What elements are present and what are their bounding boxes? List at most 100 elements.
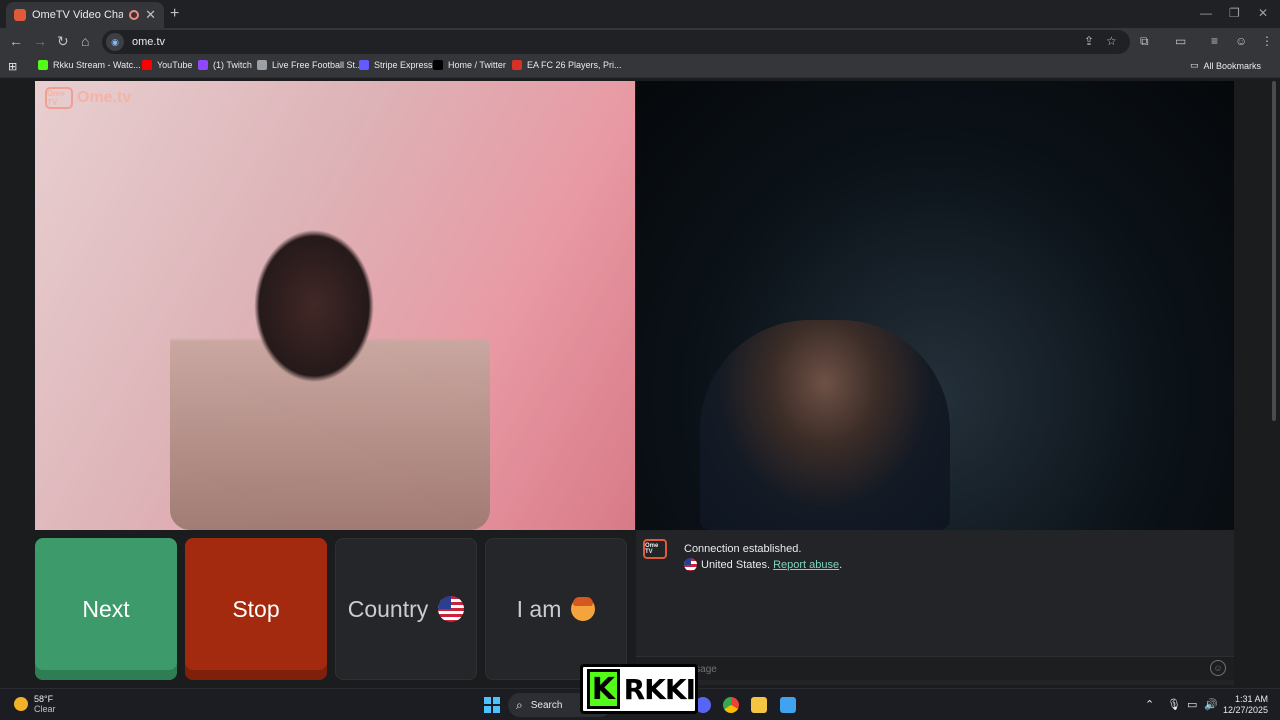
bookmark-label: Stripe Express: [374, 60, 433, 70]
profile-avatar-icon[interactable]: ☺: [1235, 34, 1247, 48]
period-text: .: [839, 558, 843, 571]
reading-list-icon[interactable]: ▭: [1175, 34, 1186, 48]
kick-streamer-name: RKKI: [623, 672, 696, 706]
youtube-icon: [142, 60, 152, 70]
all-bookmarks-label: All Bookmarks: [1203, 60, 1262, 71]
search-icon: ⌕: [516, 697, 523, 712]
chat-input-bar: ☺: [636, 656, 1234, 680]
bookmark-label: YouTube: [157, 60, 193, 70]
url-text: ome.tv: [132, 36, 166, 48]
menu-icon[interactable]: ⋮: [1261, 34, 1273, 48]
ea-icon: [512, 60, 522, 70]
bookmark-eafc[interactable]: EA FC 26 Players, Pri...: [512, 60, 622, 70]
install-app-icon[interactable]: ⇪: [1084, 34, 1094, 48]
moon-weather-icon: [14, 697, 28, 711]
bookmark-label: EA FC 26 Players, Pri...: [527, 60, 622, 70]
country-message: United States. Report abuse.: [684, 558, 842, 571]
stop-label: Stop: [232, 595, 280, 622]
us-flag-icon: [438, 596, 465, 622]
apps-grid-icon[interactable]: ⊞: [8, 60, 17, 73]
next-button[interactable]: Next: [35, 538, 177, 680]
football-icon: [257, 60, 267, 70]
kick-logo-icon: K: [587, 669, 620, 709]
tray-chevron-icon[interactable]: ⌃: [1145, 698, 1154, 711]
bookmark-youtube[interactable]: YouTube: [142, 60, 192, 70]
chat-message-input[interactable]: [642, 661, 1182, 677]
gender-button[interactable]: I am: [485, 538, 627, 680]
bookmark-kick[interactable]: Rkku Stream - Watc...: [38, 60, 141, 70]
bookmark-twitter[interactable]: Home / Twitter: [433, 60, 506, 70]
bookmark-label: Home / Twitter: [448, 60, 506, 70]
volume-icon[interactable]: 🔊: [1204, 698, 1218, 711]
ometv-favicon: [14, 9, 26, 21]
search-label: Search: [530, 699, 563, 711]
remote-person: [700, 320, 950, 530]
reload-icon[interactable]: ↻: [57, 33, 69, 50]
page-scrollbar[interactable]: [1270, 81, 1278, 681]
recording-icon: [129, 10, 140, 20]
chrome-icon[interactable]: [723, 697, 739, 713]
us-flag-icon: [684, 558, 697, 571]
kick-icon: [38, 60, 48, 70]
bookmark-label: (1) Twitch: [213, 60, 252, 70]
remote-video: [636, 81, 1234, 530]
emoji-icon[interactable]: ☺: [1210, 660, 1226, 676]
taskbar-clock[interactable]: 1:31 AM 12/27/2025: [1222, 694, 1268, 716]
tab-ometv[interactable]: OmeTV Video Chat — Ome ✕: [6, 2, 164, 28]
clock-date: 12/27/2025: [1222, 705, 1268, 715]
twitch-icon: [198, 60, 208, 70]
file-explorer-icon[interactable]: [751, 697, 767, 713]
x-icon: [433, 60, 443, 70]
tab-title: OmeTV Video Chat — Ome: [32, 9, 124, 21]
bookmark-star-icon[interactable]: ☆: [1106, 34, 1117, 48]
weather-condition: Clear: [34, 704, 56, 714]
close-window-icon[interactable]: ✕: [1258, 6, 1268, 20]
ometv-logo-text: Ome.tv: [77, 89, 132, 106]
country-button[interactable]: Country: [335, 538, 477, 680]
restore-icon[interactable]: ❐: [1229, 6, 1240, 20]
local-person: [170, 210, 490, 530]
stripe-icon: [359, 60, 369, 70]
bookmark-label: Live Free Football St...: [272, 60, 363, 70]
iam-label: I am: [516, 595, 562, 622]
site-info-icon[interactable]: ◉: [106, 33, 124, 51]
next-label: Next: [82, 595, 130, 622]
weather-temp: 58°F: [34, 694, 54, 704]
ometv-chat-logo: Ome TV: [643, 539, 667, 559]
address-bar[interactable]: ◉ ome.tv ⇪ ☆: [102, 30, 1130, 54]
microphone-icon[interactable]: 🎙: [1167, 698, 1181, 711]
scrollbar-thumb[interactable]: [1272, 81, 1276, 421]
media-icon[interactable]: ≡: [1211, 34, 1218, 48]
country-text: United States.: [701, 558, 771, 571]
clock-time: 1:31 AM: [1234, 694, 1268, 704]
home-icon[interactable]: ⌂: [81, 33, 89, 49]
stop-button[interactable]: Stop: [185, 538, 327, 680]
bookmark-label: Rkku Stream - Watc...: [53, 60, 141, 70]
connection-message: Connection established.: [684, 543, 802, 555]
all-bookmarks[interactable]: ▭ All Bookmarks: [1190, 60, 1261, 71]
bookmark-football[interactable]: Live Free Football St...: [257, 60, 363, 70]
notepad-icon[interactable]: [780, 697, 796, 713]
country-label: Country: [347, 595, 429, 622]
bookmarks-bar: ⊞ Rkku Stream - Watc... YouTube (1) Twit…: [0, 56, 1280, 78]
kick-streamer-overlay: K RKKI: [580, 664, 698, 714]
bookmark-stripe[interactable]: Stripe Express: [359, 60, 433, 70]
folder-icon: ▭: [1190, 60, 1199, 70]
boy-face-icon: [571, 597, 596, 621]
minimize-icon[interactable]: —: [1200, 6, 1212, 20]
windows-start-icon[interactable]: [484, 697, 500, 713]
browser-toolbar: ← → ↻ ⌂ ◉ ome.tv ⇪ ☆ ⧉ ▭ ≡ ☺ ⋮: [0, 28, 1280, 56]
back-icon[interactable]: ←: [9, 33, 23, 49]
close-tab-icon[interactable]: ✕: [145, 7, 156, 23]
forward-icon[interactable]: →: [33, 33, 47, 49]
report-abuse-link[interactable]: Report abuse: [773, 559, 839, 571]
weather-widget[interactable]: 58°F Clear: [14, 694, 56, 714]
display-icon[interactable]: ▭: [1187, 698, 1197, 711]
browser-tabbar: OmeTV Video Chat — Ome ✕ + — ❐ ✕: [0, 0, 1280, 28]
extensions-icon[interactable]: ⧉: [1140, 34, 1149, 49]
bookmark-twitch[interactable]: (1) Twitch: [198, 60, 252, 70]
new-tab-button[interactable]: +: [170, 5, 179, 23]
local-video: [35, 81, 635, 530]
ometv-logo-box: Ome TV: [45, 87, 73, 109]
ometv-logo: Ome TV Ome.tv: [45, 87, 131, 109]
